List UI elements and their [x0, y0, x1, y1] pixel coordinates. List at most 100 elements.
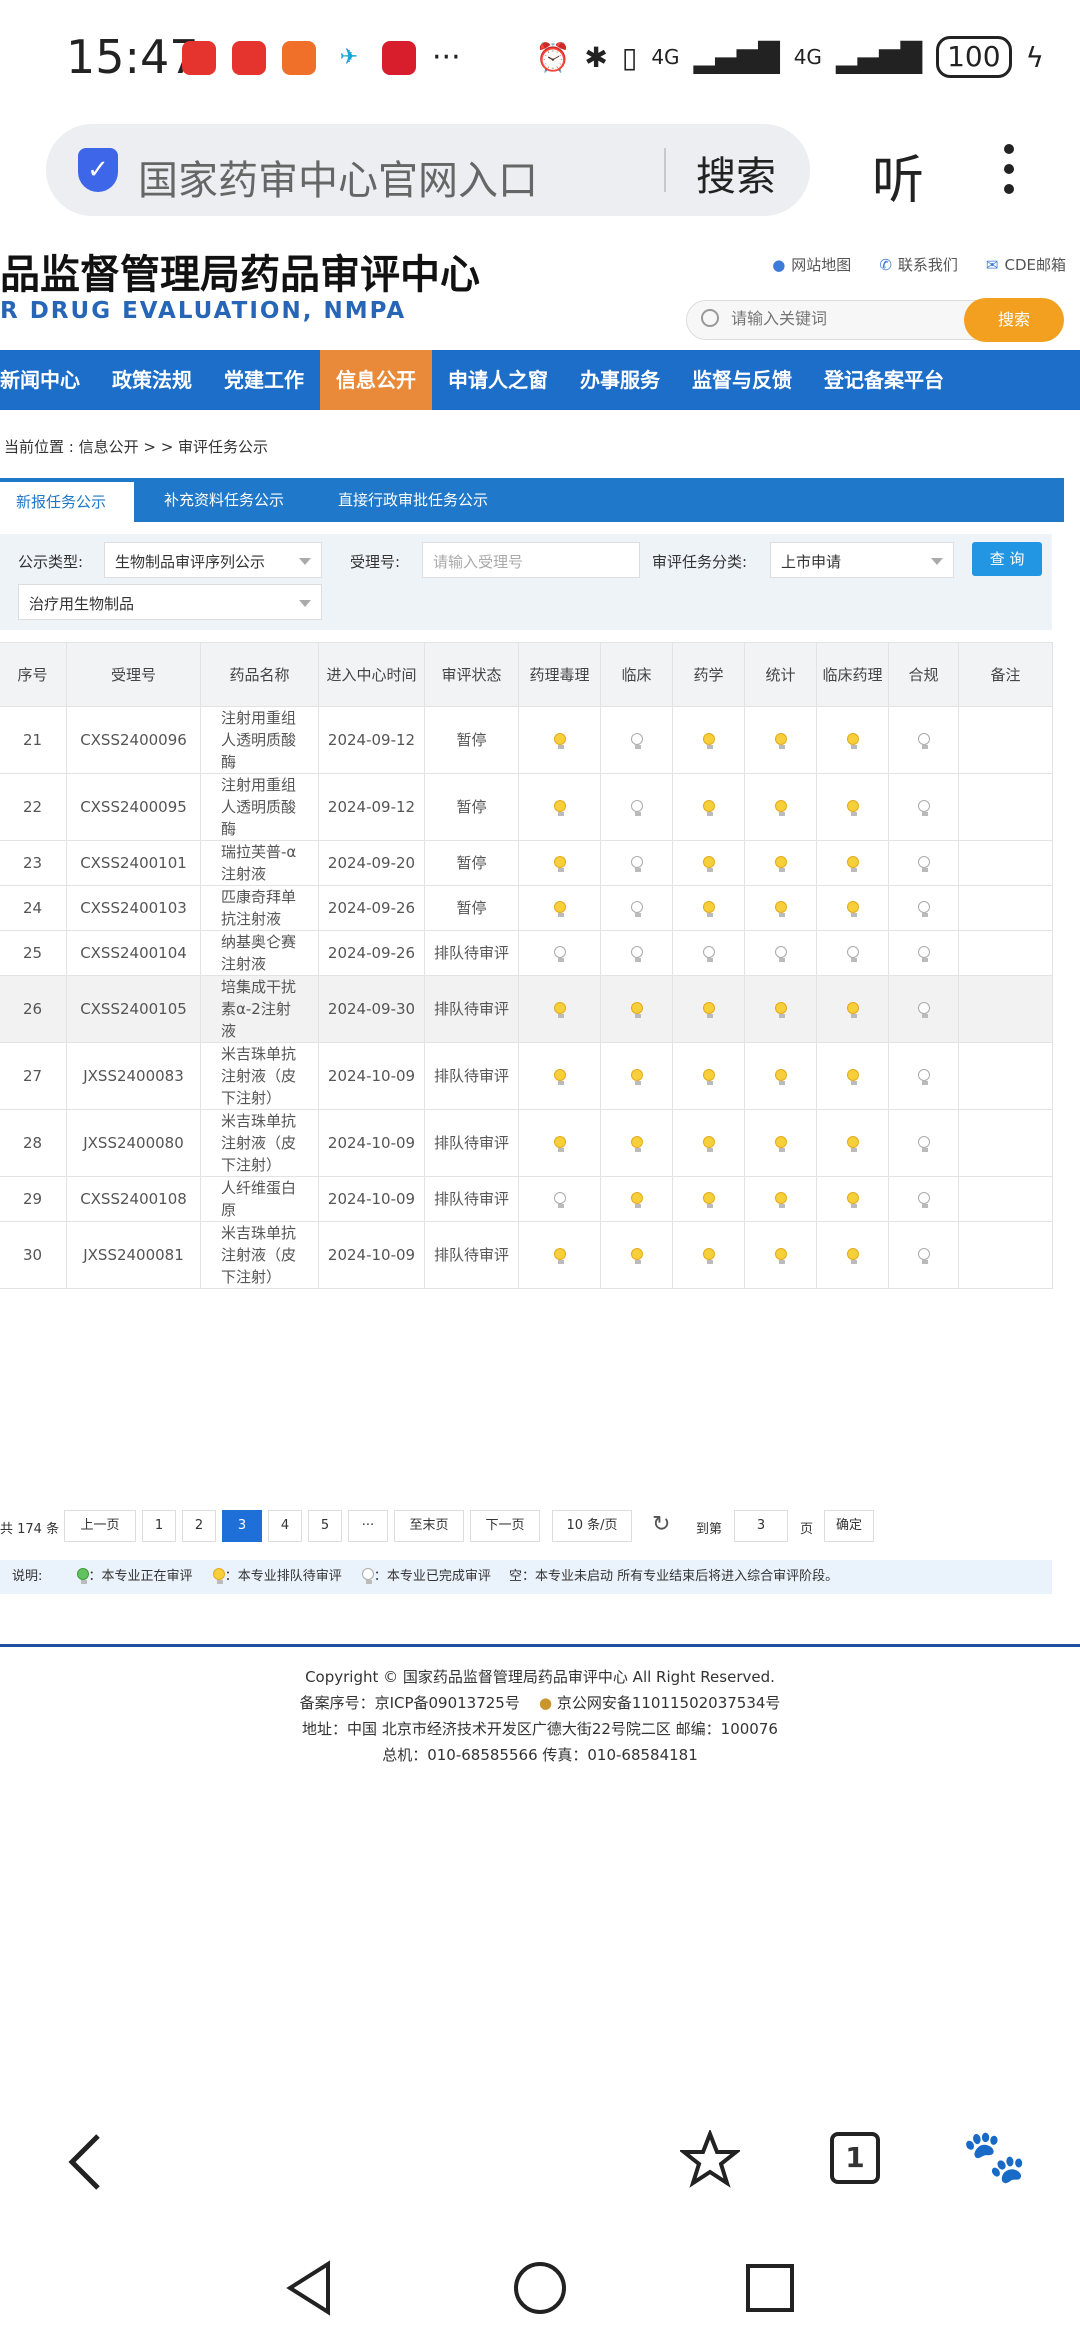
lightbulb-icon [774, 1248, 787, 1264]
last-page-button[interactable]: 至末页 [394, 1510, 464, 1542]
nav-services[interactable]: 办事服务 [564, 350, 676, 410]
table-row[interactable]: 22 CXSS2400095 注射用重组人透明质酸酶 2024-09-12 暂停 [0, 773, 1053, 841]
drug-name: 匹康奇拜单抗注射液 [200, 885, 319, 931]
sitemap-link[interactable]: ● 网站地图 [772, 254, 851, 275]
nav-party[interactable]: 党建工作 [208, 350, 320, 410]
more-menu-icon[interactable] [1004, 144, 1018, 204]
confirm-button[interactable]: 确定 [824, 1510, 874, 1542]
table-row[interactable]: 27 JXSS2400083 米吉珠单抗注射液（皮下注射） 2024-10-09 排队待… [0, 1042, 1053, 1110]
browser-search-bar[interactable]: ✓ 国家药审中心官网入口 搜索 [46, 124, 810, 216]
accept-number-input[interactable]: 请输入受理号 [422, 542, 640, 578]
page-2-button[interactable]: 2 [182, 1510, 216, 1542]
row-number: 29 [0, 1176, 67, 1222]
cde-mail-link[interactable]: ✉ CDE邮箱 [986, 254, 1066, 275]
review-status: 暂停 [424, 773, 519, 841]
lightbulb-icon [630, 946, 643, 962]
query-button[interactable]: 查 询 [972, 542, 1042, 576]
nav-info-public[interactable]: 信息公开 [320, 350, 432, 410]
table-row[interactable]: 30 JXSS2400081 米吉珠单抗注射液（皮下注射） 2024-10-09 排队待… [0, 1221, 1053, 1289]
discipline-status-cell [518, 1176, 601, 1222]
column-header: 药学 [672, 642, 745, 707]
table-row[interactable]: 26 CXSS2400105 培集成干扰素α-2注射液 2024-09-30 排队待审评 [0, 975, 1053, 1043]
column-header: 统计 [744, 642, 817, 707]
discipline-status-cell [816, 773, 889, 841]
prev-page-button[interactable]: 上一页 [64, 1510, 136, 1542]
table-row[interactable]: 29 CXSS2400108 人纤维蛋白原 2024-10-09 排队待审评 [0, 1176, 1053, 1222]
nav-news[interactable]: 新闻中心 [0, 350, 96, 410]
category-select[interactable]: 上市申请 [770, 542, 954, 578]
lightbulb-icon [553, 1069, 566, 1085]
remark-cell [958, 840, 1053, 886]
accept-number: CXSS2400105 [66, 975, 201, 1043]
per-page-select[interactable]: 10 条/页 [552, 1510, 632, 1542]
browser-search-button[interactable]: 搜索 [696, 144, 776, 202]
bookmark-star-icon[interactable] [680, 2130, 740, 2190]
discipline-status-cell [744, 1109, 817, 1177]
subcategory-select[interactable]: 治疗用生物制品 [18, 584, 322, 620]
listen-button[interactable]: 听 [872, 138, 924, 213]
discipline-status-cell [816, 840, 889, 886]
review-status: 排队待审评 [424, 930, 519, 976]
page-1-button[interactable]: 1 [142, 1510, 176, 1542]
drug-name: 注射用重组人透明质酸酶 [200, 773, 319, 841]
discipline-status-cell [518, 773, 601, 841]
table-row[interactable]: 25 CXSS2400104 纳基奥仑赛注射液 2024-09-26 排队待审评 [0, 930, 1053, 976]
drug-name: 米吉珠单抗注射液（皮下注射） [200, 1042, 319, 1110]
table-row[interactable]: 21 CXSS2400096 注射用重组人透明质酸酶 2024-09-12 暂停 [0, 706, 1053, 774]
tab-direct-approval-tasks[interactable]: 直接行政审批任务公示 [312, 478, 516, 522]
charging-icon: ϟ [1025, 40, 1044, 74]
system-home-icon[interactable] [512, 2260, 568, 2316]
lightbulb-icon [702, 800, 715, 816]
site-search-box[interactable] [686, 300, 976, 340]
lightbulb-icon [702, 901, 715, 917]
review-task-table: 序号 受理号 药品名称 进入中心时间 审评状态 药理毒理 临床 药学 统计 临床药理 合规 备注 21… [0, 642, 1053, 1289]
table-row[interactable]: 23 CXSS2400101 瑞拉芙普-α注射液 2024-09-20 暂停 [0, 840, 1053, 886]
page-ellipsis[interactable]: ··· [348, 1510, 388, 1542]
signal-icon-1: ▂▄▆█ [693, 40, 780, 74]
entry-date: 2024-09-12 [318, 706, 425, 774]
page-5-button[interactable]: 5 [308, 1510, 342, 1542]
row-number: 30 [0, 1221, 67, 1289]
table-row[interactable]: 24 CXSS2400103 匹康奇拜单抗注射液 2024-09-26 暂停 [0, 885, 1053, 931]
refresh-icon[interactable]: ↻ [652, 1512, 670, 1537]
contact-link[interactable]: ✆ 联系我们 [879, 254, 958, 275]
category-label: 审评任务分类: [652, 553, 748, 571]
row-number: 22 [0, 773, 67, 841]
nav-policy[interactable]: 政策法规 [96, 350, 208, 410]
site-search-button[interactable]: 搜索 [964, 298, 1064, 342]
back-arrow-icon[interactable] [64, 2132, 104, 2192]
legend-rest-text: 空：本专业未启动 所有专业结束后将进入综合审评阶段。 [509, 1569, 839, 1584]
search-query[interactable]: 国家药审中心官网入口 [138, 148, 538, 206]
search-icon [701, 309, 719, 327]
system-back-icon[interactable] [284, 2260, 334, 2316]
nav-applicant[interactable]: 申请人之窗 [432, 350, 564, 410]
tab-count-button[interactable]: 1 [830, 2132, 880, 2184]
lightbulb-icon [917, 946, 930, 962]
discipline-status-cell [744, 885, 817, 931]
site-search-input[interactable] [731, 309, 961, 328]
accept-number: JXSS2400080 [66, 1109, 201, 1177]
next-page-button[interactable]: 下一页 [470, 1510, 540, 1542]
lightbulb-icon [553, 1002, 566, 1018]
type-select[interactable]: 生物制品审评序列公示 [104, 542, 322, 578]
discipline-status-cell [744, 1176, 817, 1222]
table-row[interactable]: 28 JXSS2400080 米吉珠单抗注射液（皮下注射） 2024-10-09 排队待… [0, 1109, 1053, 1177]
tab-supplement-tasks[interactable]: 补充资料任务公示 [134, 478, 312, 522]
accept-number: CXSS2400108 [66, 1176, 201, 1222]
system-recents-icon[interactable] [744, 2262, 796, 2314]
page-3-button[interactable]: 3 [222, 1510, 262, 1542]
goto-page-input[interactable]: 3 [734, 1510, 788, 1542]
baidu-paw-icon[interactable]: 🐾 [962, 2126, 1027, 2187]
review-status: 排队待审评 [424, 1176, 519, 1222]
column-header: 药品名称 [200, 642, 319, 707]
discipline-status-cell [888, 840, 959, 886]
nav-feedback[interactable]: 监督与反馈 [676, 350, 808, 410]
nav-registration[interactable]: 登记备案平台 [808, 350, 960, 410]
browser-bottom-bar: 1 🐾 [0, 2098, 1080, 2218]
column-header: 临床药理 [816, 642, 889, 707]
entry-date: 2024-10-09 [318, 1042, 425, 1110]
page-4-button[interactable]: 4 [268, 1510, 302, 1542]
column-header: 序号 [0, 642, 67, 707]
tab-new-tasks[interactable]: 新报任务公示 [0, 482, 135, 522]
lightbulb-icon [702, 1136, 715, 1152]
